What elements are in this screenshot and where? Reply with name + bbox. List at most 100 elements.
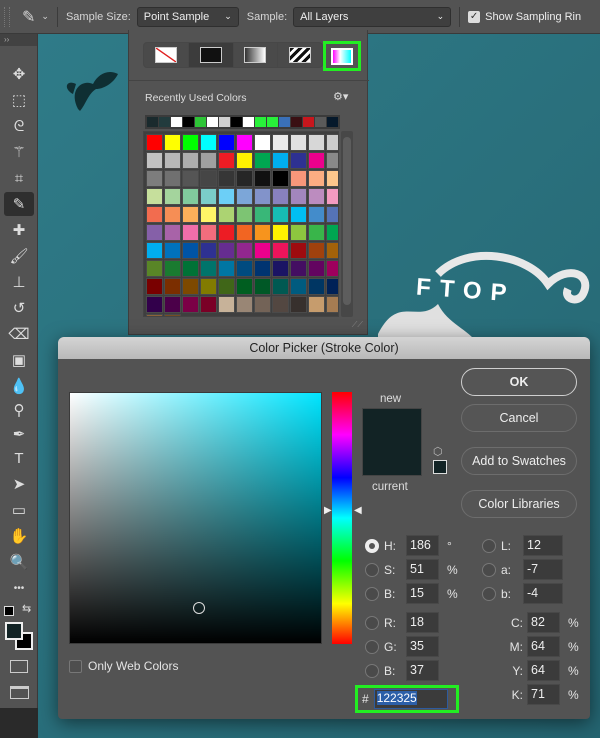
field-input[interactable]: 37 [406, 660, 439, 681]
recent-color-swatch[interactable] [207, 117, 218, 127]
color-swatch[interactable] [326, 170, 338, 187]
color-swatch[interactable] [200, 188, 217, 205]
color-swatch[interactable] [272, 296, 289, 313]
fill-type-pattern[interactable] [278, 43, 322, 67]
more-tools-button[interactable]: ••• [4, 576, 34, 600]
color-swatch[interactable] [290, 260, 307, 277]
sample-select[interactable]: All Layers ⌄ [293, 6, 452, 27]
color-swatch[interactable] [236, 242, 253, 259]
field-input[interactable]: 64 [527, 660, 560, 681]
zoom-tool-button[interactable]: 🔍 [4, 550, 34, 574]
color-picker-button[interactable] [323, 41, 361, 71]
color-swatch[interactable] [200, 206, 217, 223]
color-swatch[interactable] [326, 260, 338, 277]
color-swatch[interactable] [164, 224, 181, 241]
color-swatch[interactable] [326, 206, 338, 223]
color-swatch[interactable] [272, 206, 289, 223]
color-swatch[interactable] [146, 314, 163, 316]
color-swatch[interactable] [236, 224, 253, 241]
web-safe-color-swatch[interactable] [433, 460, 447, 474]
color-swatch[interactable] [218, 134, 235, 151]
color-swatch[interactable] [290, 224, 307, 241]
recent-color-swatch[interactable] [291, 117, 302, 127]
color-libraries-button[interactable]: Color Libraries [461, 490, 577, 518]
color-swatch[interactable] [164, 170, 181, 187]
recent-color-swatch[interactable] [255, 117, 266, 127]
type-tool-button[interactable]: T [4, 446, 34, 470]
color-swatch[interactable] [218, 188, 235, 205]
screen-mode-icon[interactable] [10, 686, 29, 699]
color-swatch[interactable] [272, 134, 289, 151]
foreground-color-swatch[interactable] [5, 622, 23, 640]
field-input[interactable]: 18 [406, 612, 439, 633]
color-swatch[interactable] [272, 242, 289, 259]
color-swatch[interactable] [326, 278, 338, 295]
color-swatch[interactable] [290, 296, 307, 313]
gear-icon[interactable]: ⚙▾ [333, 90, 348, 103]
color-swatch[interactable] [200, 260, 217, 277]
color-swatch[interactable] [236, 278, 253, 295]
recent-color-swatch[interactable] [219, 117, 230, 127]
color-swatch[interactable] [146, 170, 163, 187]
color-swatch[interactable] [200, 224, 217, 241]
fill-type-gradient[interactable] [234, 43, 279, 67]
color-swatch[interactable] [254, 296, 271, 313]
color-swatch[interactable] [254, 278, 271, 295]
color-swatch[interactable] [272, 170, 289, 187]
radio-button[interactable] [482, 538, 496, 553]
recent-color-swatch[interactable] [327, 117, 338, 127]
dodge-tool-button[interactable]: ⚲ [4, 398, 34, 422]
color-swatch[interactable] [290, 152, 307, 169]
color-swatch[interactable] [146, 152, 163, 169]
cancel-button[interactable]: Cancel [461, 404, 577, 432]
field-input[interactable]: 51 [406, 559, 439, 580]
crop-tool-button[interactable]: ⌗ [4, 166, 34, 190]
field-input[interactable]: 12 [523, 535, 563, 556]
color-swatch[interactable] [308, 206, 325, 223]
color-swatch[interactable] [254, 242, 271, 259]
color-swatch[interactable] [182, 188, 199, 205]
color-swatch[interactable] [200, 152, 217, 169]
current-color[interactable] [363, 442, 421, 475]
color-swatch[interactable] [218, 296, 235, 313]
color-swatch[interactable] [200, 242, 217, 259]
color-swatch[interactable] [182, 206, 199, 223]
swatch-scrollbar[interactable] [341, 131, 353, 317]
color-swatch[interactable] [200, 278, 217, 295]
recent-color-swatch[interactable] [267, 117, 278, 127]
color-swatch[interactable] [146, 260, 163, 277]
color-swatch[interactable] [236, 188, 253, 205]
color-swatch[interactable] [146, 206, 163, 223]
color-swatch[interactable] [146, 242, 163, 259]
color-swatch[interactable] [308, 224, 325, 241]
options-bar-grip[interactable] [4, 6, 10, 27]
sample-size-select[interactable]: Point Sample ⌄ [136, 6, 239, 27]
color-swatch[interactable] [146, 224, 163, 241]
color-swatch[interactable] [236, 152, 253, 169]
swap-colors-icon[interactable]: ⇆ [22, 602, 31, 615]
color-swatch[interactable] [236, 170, 253, 187]
color-swatch[interactable] [146, 188, 163, 205]
recent-color-swatch[interactable] [147, 117, 158, 127]
radio-button[interactable] [365, 538, 379, 553]
color-swatch[interactable] [308, 278, 325, 295]
field-input[interactable]: 71 [527, 684, 560, 705]
hex-input[interactable]: 122325 [373, 689, 448, 709]
color-swatch[interactable] [308, 296, 325, 313]
color-swatch[interactable] [254, 206, 271, 223]
color-swatch[interactable] [164, 314, 181, 316]
collapse-toggle[interactable]: ›› [0, 34, 37, 46]
color-swatch[interactable] [272, 260, 289, 277]
color-swatch[interactable] [146, 134, 163, 151]
radio-button[interactable] [365, 586, 379, 601]
color-swatch[interactable] [326, 296, 338, 313]
color-swatch[interactable] [326, 188, 338, 205]
field-input[interactable]: 64 [527, 636, 560, 657]
healing-brush-tool-button[interactable]: ✚ [4, 218, 34, 242]
color-swatch[interactable] [218, 242, 235, 259]
color-swatch[interactable] [308, 188, 325, 205]
brush-tool-button[interactable]: 🖌 [4, 244, 34, 268]
recent-color-swatch[interactable] [183, 117, 194, 127]
pen-tool-button[interactable]: ✒ [4, 422, 34, 446]
color-swatch[interactable] [182, 134, 199, 151]
